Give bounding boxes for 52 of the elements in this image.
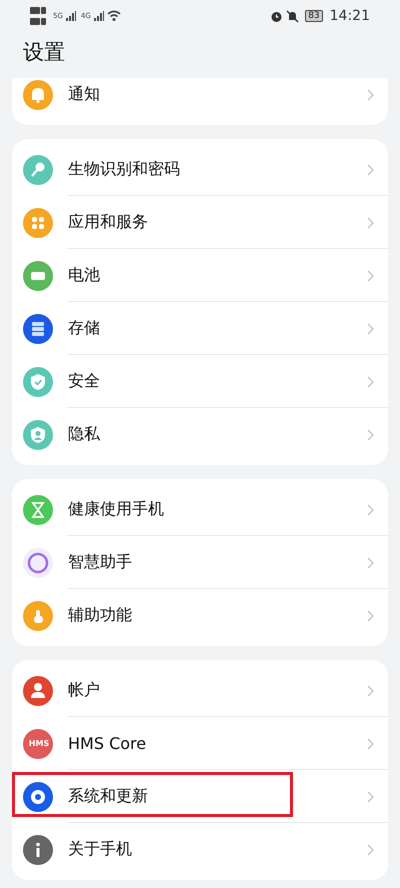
settings-item[interactable]: 关于手机 (12, 823, 388, 876)
settings-item[interactable]: 通知 (12, 78, 388, 121)
chevron-icon (367, 790, 374, 802)
item-label: 存储 (68, 318, 101, 339)
settings-item[interactable]: 生物识别和密码 (12, 143, 388, 196)
clock: 14:21 (330, 8, 370, 24)
settings-item[interactable]: 安全 (12, 355, 388, 408)
item-label: 安全 (68, 371, 101, 392)
item-label: 生物识别和密码 (68, 159, 181, 180)
settings-item[interactable]: 存储 (12, 302, 388, 355)
chevron-icon (367, 376, 374, 388)
chevron-icon (367, 270, 374, 282)
item-label: 应用和服务 (68, 212, 149, 233)
chevron-icon (367, 556, 374, 568)
muted-bell-icon (286, 10, 300, 22)
logo-text: HMS (28, 739, 50, 748)
settings-item[interactable]: 应用和服务 (12, 196, 388, 249)
chevron-icon (367, 164, 374, 176)
item-label: 辅助功能 (68, 605, 133, 626)
chevron-icon (367, 844, 374, 856)
item-label: 电池 (68, 265, 101, 286)
item-label: 健康使用手机 (68, 499, 165, 520)
signal-icon (94, 11, 104, 21)
chevron-icon (367, 428, 374, 440)
chevron-icon (367, 88, 374, 100)
alarm-icon (270, 10, 284, 22)
chevron-icon (367, 738, 374, 750)
chevron-icon (367, 322, 374, 334)
settings-item[interactable]: 帐户 (12, 664, 388, 717)
page-title: 设置 (23, 39, 66, 66)
item-label: 通知 (68, 84, 101, 105)
chevron-icon (367, 610, 374, 622)
item-label: 智慧助手 (68, 552, 133, 573)
item-label: 帐户 (68, 680, 101, 701)
item-label: 关于手机 (68, 839, 133, 860)
chevron-icon (367, 216, 374, 228)
chevron-icon (367, 684, 374, 696)
settings-item[interactable]: HMS HMS Core (12, 717, 388, 770)
settings-item[interactable]: 隐私 (12, 408, 388, 461)
settings-item[interactable]: 系统和更新 (12, 770, 388, 823)
settings-item[interactable]: 智慧助手 (12, 536, 388, 589)
settings-item[interactable]: 辅助功能 (12, 589, 388, 642)
settings-item[interactable]: 电池 (12, 249, 388, 302)
sim-card-icon (30, 6, 48, 26)
signal-icon (66, 11, 76, 21)
settings-item[interactable]: 健康使用手机 (12, 483, 388, 536)
item-label: 隐私 (68, 424, 101, 445)
item-label: 系统和更新 (68, 786, 149, 807)
item-label: HMS Core (68, 734, 148, 753)
chevron-icon (367, 504, 374, 516)
battery-level: 83 (305, 10, 323, 22)
wifi-icon (106, 10, 121, 22)
